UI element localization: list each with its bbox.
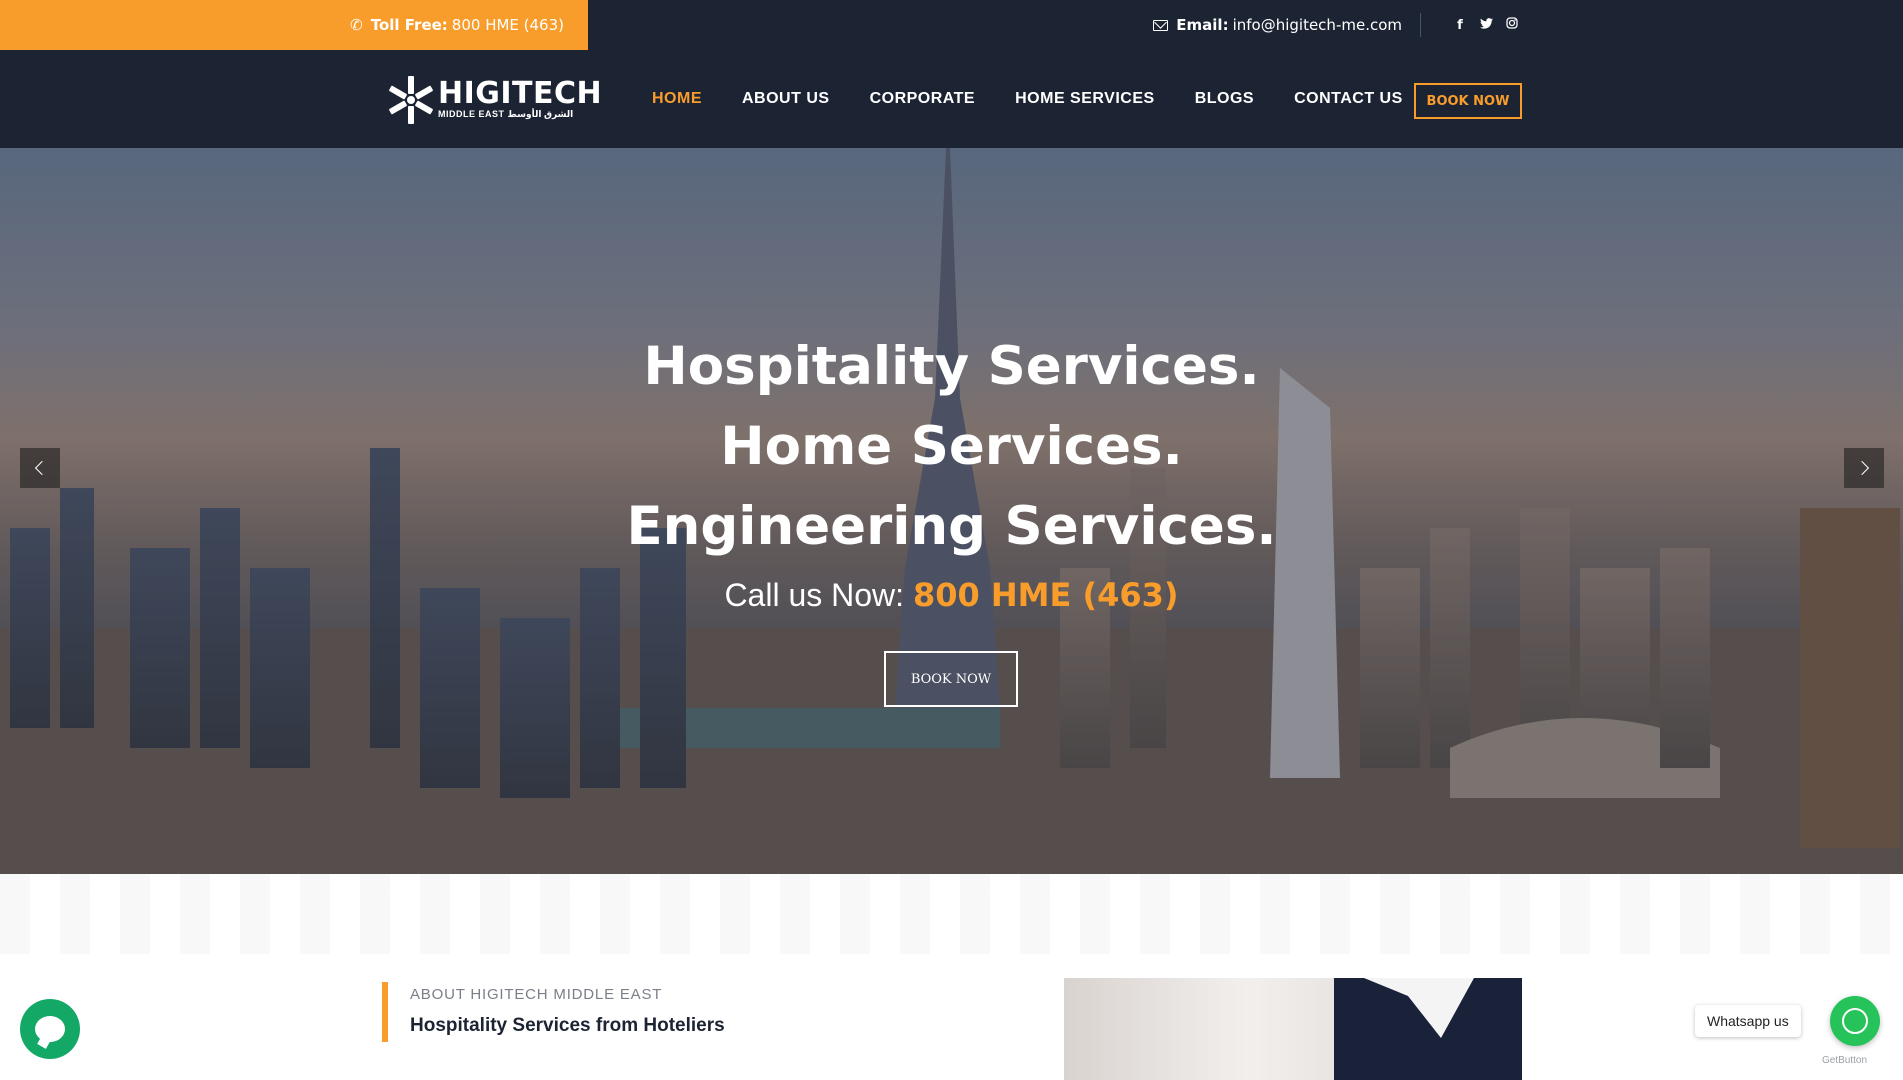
divider [1420, 13, 1421, 37]
call-number[interactable]: 800 HME (463) [913, 576, 1179, 614]
main-navbar: HIGITECH MIDDLE EAST الشرق الأوسط HOME A… [0, 50, 1903, 148]
email-label: Email: [1176, 16, 1229, 34]
nav-item-about-us[interactable]: ABOUT US [742, 90, 830, 108]
hero-slider: Hospitality Services. Home Services. Eng… [0, 148, 1903, 874]
nav-item-corporate[interactable]: CORPORATE [870, 90, 976, 108]
hero-call-line: Call us Now: 800 HME (463) [0, 576, 1903, 614]
nav-item-home-services[interactable]: HOME SERVICES [1015, 90, 1155, 108]
logo-name: HIGITECH [438, 76, 603, 111]
nav-item-contact-us[interactable]: CONTACT US [1294, 90, 1403, 108]
logo[interactable]: HIGITECH MIDDLE EAST الشرق الأوسط [388, 75, 602, 125]
toll-free-label: Toll Free: [370, 16, 448, 34]
logo-snowflake-icon [388, 75, 434, 125]
call-label: Call us Now: [724, 577, 905, 613]
chevron-right-icon [1854, 460, 1870, 476]
toll-free-number[interactable]: 800 HME (463) [452, 16, 564, 34]
envelope-icon [1153, 19, 1169, 31]
live-chat-button[interactable] [20, 999, 80, 1059]
facebook-icon[interactable]: f [1453, 18, 1467, 33]
instagram-icon[interactable] [1505, 17, 1519, 33]
nav-book-now-button[interactable]: BOOK NOW [1414, 83, 1522, 119]
chevron-left-icon [34, 460, 50, 476]
whatsapp-icon [1842, 1008, 1868, 1034]
nav-item-home[interactable]: HOME [652, 90, 702, 108]
about-photo [1064, 978, 1522, 1080]
nav-item-blogs[interactable]: BLOGS [1195, 90, 1254, 108]
twitter-icon[interactable] [1479, 17, 1493, 33]
about-section-heading: ABOUT HIGITECH MIDDLE EAST Hospitality S… [382, 982, 725, 1042]
logo-text: HIGITECH MIDDLE EAST الشرق الأوسط [438, 76, 603, 120]
hero-headline-3: Engineering Services. [626, 496, 1277, 557]
toll-free-bar: ✆ Toll Free: 800 HME (463) [0, 0, 588, 50]
top-bar: ✆ Toll Free: 800 HME (463) Email: info@h… [0, 0, 1903, 50]
slider-prev-button[interactable] [20, 448, 60, 488]
main-menu: HOME ABOUT US CORPORATE HOME SERVICES BL… [652, 50, 1443, 148]
phone-icon: ✆ [350, 16, 363, 34]
hero-book-now-button[interactable]: BOOK NOW [884, 651, 1018, 707]
about-eyebrow: ABOUT HIGITECH MIDDLE EAST [410, 986, 663, 1003]
hero-headline-1: Hospitality Services. [643, 336, 1260, 397]
email-link[interactable]: info@higitech-me.com [1233, 16, 1402, 34]
decorative-pattern [0, 874, 1903, 954]
chat-icon [35, 1016, 65, 1042]
about-title: Hospitality Services from Hoteliers [410, 1015, 725, 1036]
whatsapp-button[interactable] [1830, 996, 1880, 1046]
top-contact: Email: info@higitech-me.com f [1153, 0, 1519, 50]
whatsapp-label[interactable]: Whatsapp us [1695, 1005, 1801, 1037]
hero-headline-2: Home Services. [720, 416, 1183, 477]
slider-next-button[interactable] [1844, 448, 1884, 488]
getbutton-credit[interactable]: GetButton [1822, 1055, 1867, 1066]
